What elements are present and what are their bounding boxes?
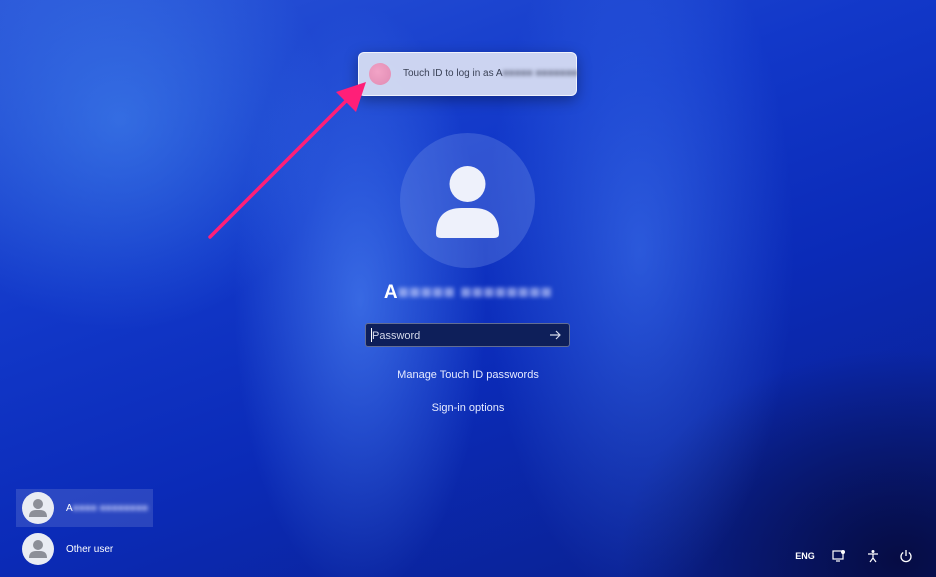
power-icon: [900, 550, 912, 563]
user-name: A■■■■■ ■■■■■■■■: [383, 282, 553, 303]
redacted-username: ■■■■■ ■■■■■■■■: [397, 282, 553, 303]
account-label: A■■■■ ■■■■■■■■: [66, 502, 148, 514]
accessibility-icon: [868, 550, 878, 563]
user-silhouette-icon: [29, 499, 47, 517]
account-item-current[interactable]: A■■■■ ■■■■■■■■: [16, 489, 153, 527]
touch-id-toast[interactable]: Touch ID to log in as A■■■■■ ■■■■■■■: [358, 52, 578, 96]
avatar: [22, 533, 54, 565]
password-field[interactable]: [365, 323, 570, 347]
password-input[interactable]: [370, 326, 544, 346]
manage-touch-id-link[interactable]: Manage Touch ID passwords: [0, 369, 936, 381]
accessibility-button[interactable]: [864, 544, 882, 568]
network-button[interactable]: [830, 544, 848, 568]
sign-in-options-link[interactable]: Sign-in options: [0, 402, 936, 414]
redacted-username: ■■■■■ ■■■■■■■: [502, 68, 578, 79]
account-item-other-user[interactable]: Other user: [16, 530, 153, 568]
arrow-right-icon[interactable]: [547, 327, 563, 343]
fingerprint-icon: [369, 63, 391, 85]
power-button[interactable]: [897, 544, 915, 568]
language-indicator[interactable]: ENG: [792, 544, 818, 568]
user-silhouette-icon: [29, 540, 47, 558]
account-list: A■■■■ ■■■■■■■■ Other user: [16, 489, 153, 568]
avatar: [22, 492, 54, 524]
redacted-username: ■■■■ ■■■■■■■■: [72, 502, 148, 514]
touch-id-toast-text: Touch ID to log in as A■■■■■ ■■■■■■■: [403, 68, 578, 79]
user-avatar: [400, 133, 535, 268]
network-icon: [832, 550, 845, 562]
account-label: Other user: [66, 543, 114, 555]
user-silhouette-icon: [436, 166, 499, 238]
